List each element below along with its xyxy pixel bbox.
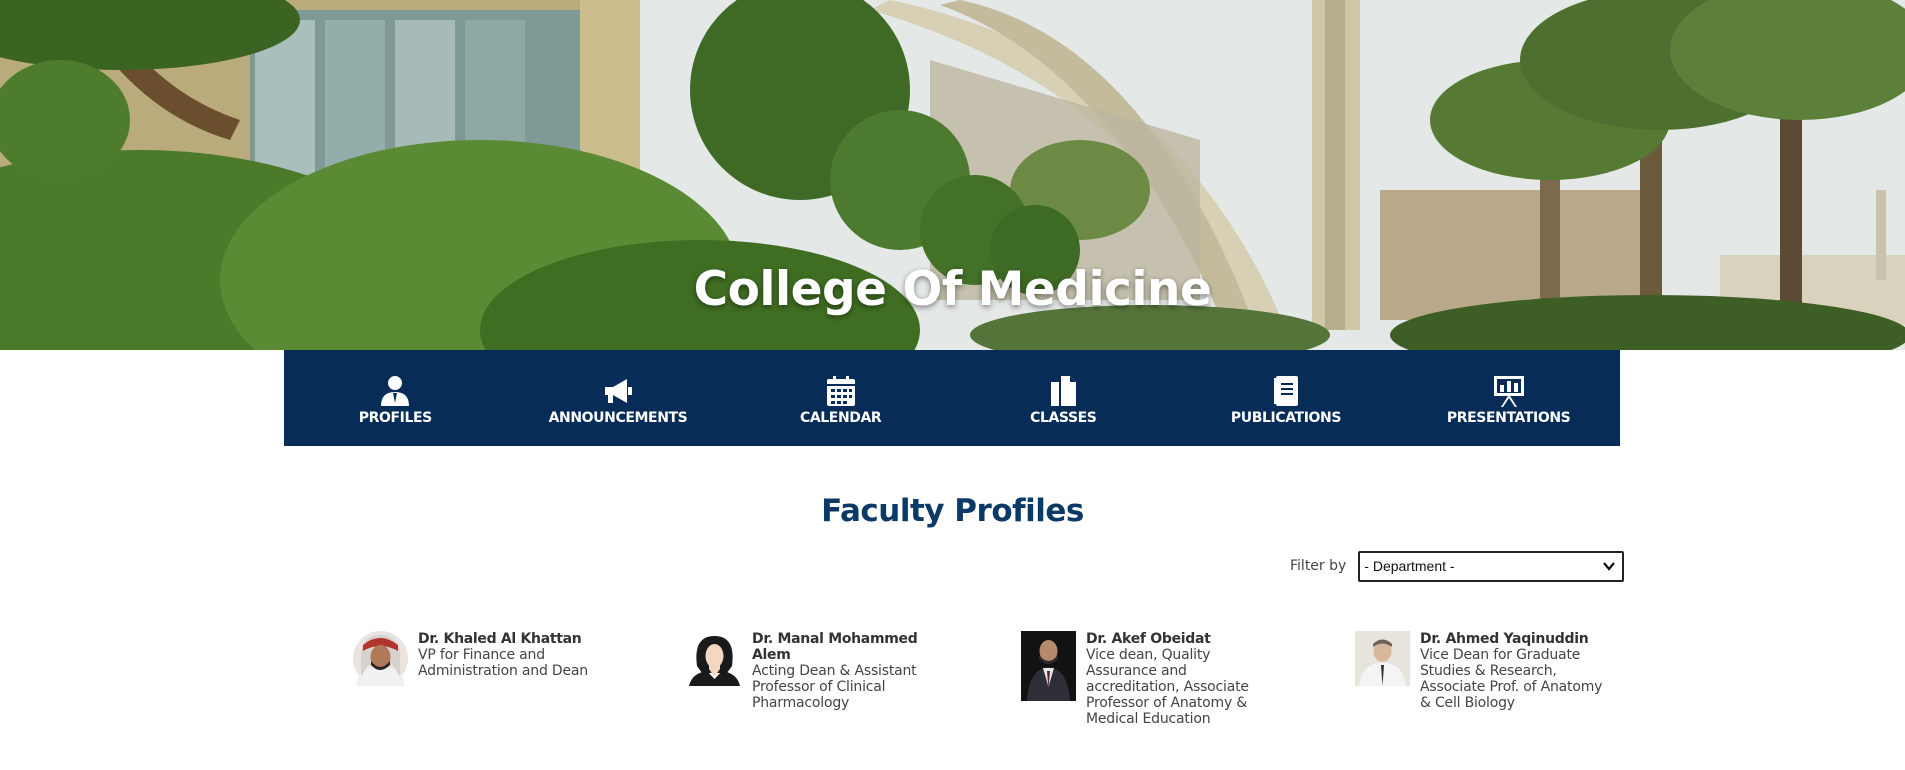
nav-label: CALENDAR xyxy=(799,410,882,426)
profile-name: Dr. Khaled Al Khattan xyxy=(418,631,582,647)
profile-name: Dr. Akef Obeidat xyxy=(1086,631,1211,647)
presentation-board-icon xyxy=(1493,376,1524,407)
profile-title: Vice dean, Quality Assurance and accredi… xyxy=(1086,647,1249,727)
profile-card[interactable]: Dr. Ahmed Yaqinuddin Vice Dean for Gradu… xyxy=(1355,631,1610,711)
person-icon xyxy=(381,376,410,406)
profile-title: VP for Finance and Administration and De… xyxy=(418,647,588,679)
profile-name: Dr. Ahmed Yaqinuddin xyxy=(1420,631,1589,647)
main-navigation: PROFILES ANNOUNCEMENTS CALENDAR CLASSES … xyxy=(284,350,1620,446)
chevron-down-icon xyxy=(1603,561,1616,571)
nav-label: PRESENTATIONS xyxy=(1446,410,1571,426)
avatar xyxy=(687,631,742,686)
profile-card[interactable]: Dr. Khaled Al Khattan VP for Finance and… xyxy=(353,631,608,686)
nav-item-presentations[interactable]: PRESENTATIONS xyxy=(1409,350,1609,446)
department-select[interactable]: - Department - xyxy=(1358,550,1625,582)
nav-item-classes[interactable]: CLASSES xyxy=(963,350,1163,446)
department-select-value: - Department - xyxy=(1364,558,1455,574)
hero-banner: College Of Medicine xyxy=(0,0,1905,350)
profile-card[interactable]: Dr. Akef Obeidat Vice dean, Quality Assu… xyxy=(1021,631,1276,727)
department-filter: Filter by - Department - xyxy=(1290,550,1625,582)
profile-title: Vice Dean for Graduate Studies & Researc… xyxy=(1420,647,1603,711)
nav-label: PUBLICATIONS xyxy=(1230,410,1342,426)
page-title: College Of Medicine xyxy=(693,262,1212,317)
section-heading: Faculty Profiles xyxy=(821,493,1084,529)
avatar xyxy=(353,631,408,686)
filter-label: Filter by xyxy=(1290,558,1347,574)
avatar xyxy=(1021,631,1076,701)
nav-label: PROFILES xyxy=(358,410,432,426)
avatar xyxy=(1355,631,1410,686)
profile-card[interactable]: Dr. Manal Mohammed Alem Acting Dean & As… xyxy=(687,631,942,711)
nav-item-publications[interactable]: PUBLICATIONS xyxy=(1186,350,1386,446)
profile-title: Acting Dean & Assistant Professor of Cli… xyxy=(752,663,917,711)
book-icon xyxy=(1273,376,1298,406)
nav-item-profiles[interactable]: PROFILES xyxy=(295,350,495,446)
megaphone-icon xyxy=(604,379,632,403)
nav-item-announcements[interactable]: ANNOUNCEMENTS xyxy=(518,350,718,446)
nav-item-calendar[interactable]: CALENDAR xyxy=(741,350,941,446)
calendar-icon xyxy=(826,376,855,406)
documents-icon xyxy=(1051,376,1077,406)
nav-label: CLASSES xyxy=(1030,410,1097,426)
nav-label: ANNOUNCEMENTS xyxy=(548,410,688,426)
profile-name: Dr. Manal Mohammed Alem xyxy=(752,631,918,663)
